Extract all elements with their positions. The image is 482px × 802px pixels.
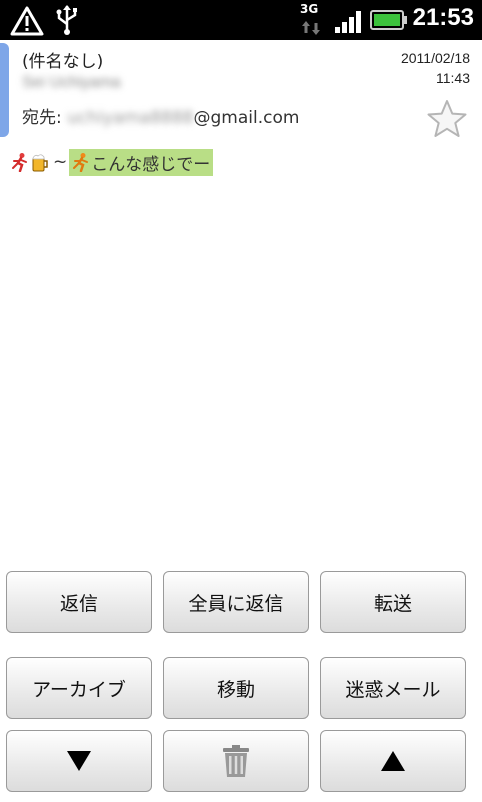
spam-label: 迷惑メール bbox=[345, 678, 441, 701]
previous-message-button[interactable] bbox=[320, 730, 466, 792]
highlighted-message: こんな感じでー bbox=[69, 148, 214, 176]
forward-label: 転送 bbox=[373, 592, 412, 615]
running-person-icon bbox=[12, 153, 27, 172]
reply-label: 返信 bbox=[59, 592, 98, 615]
sender-name[interactable]: Sei Uchiyama bbox=[22, 74, 121, 92]
recipient-domain: @gmail.com bbox=[193, 108, 300, 128]
network-type-label: 3G bbox=[300, 2, 319, 16]
running-person-icon bbox=[73, 153, 89, 172]
forward-button[interactable]: 転送 bbox=[320, 571, 466, 633]
reply-all-label: 全員に返信 bbox=[188, 592, 284, 615]
unread-accent-bar bbox=[0, 43, 9, 137]
trash-icon bbox=[223, 745, 249, 777]
data-arrows-icon bbox=[302, 21, 320, 35]
archive-button[interactable]: アーカイブ bbox=[6, 657, 152, 719]
delete-button[interactable] bbox=[163, 730, 309, 792]
usb-icon bbox=[56, 5, 77, 35]
recipient-row: 宛先: uchiyama8888@gmail.com bbox=[22, 103, 299, 128]
beer-mug-icon bbox=[32, 154, 48, 172]
move-label: 移動 bbox=[216, 678, 255, 701]
message-prefix: ~ bbox=[53, 152, 68, 172]
status-bar: 3G 21:53 bbox=[0, 0, 482, 40]
signal-bars-icon bbox=[335, 11, 361, 33]
move-button[interactable]: 移動 bbox=[163, 657, 309, 719]
email-subject: (件名なし) bbox=[22, 52, 104, 72]
up-arrow-icon bbox=[381, 751, 405, 771]
archive-label: アーカイブ bbox=[32, 678, 126, 701]
battery-icon bbox=[370, 10, 407, 30]
star-outline-icon[interactable] bbox=[426, 98, 468, 140]
recipient-local-part: uchiyama8888 bbox=[67, 108, 194, 128]
to-label: 宛先: bbox=[22, 108, 62, 128]
message-body: ~ こんな感じでー bbox=[10, 148, 214, 176]
reply-button[interactable]: 返信 bbox=[6, 571, 152, 633]
clock: 21:53 bbox=[412, 4, 474, 31]
reply-all-button[interactable]: 全員に返信 bbox=[163, 571, 309, 633]
down-arrow-icon bbox=[67, 751, 91, 771]
email-timestamp: 2011/02/18 11:43 bbox=[401, 48, 470, 88]
email-date: 2011/02/18 bbox=[400, 50, 470, 66]
next-message-button[interactable] bbox=[6, 730, 152, 792]
spam-button[interactable]: 迷惑メール bbox=[320, 657, 466, 719]
email-time: 11:43 bbox=[436, 70, 470, 86]
message-text: こんな感じでー bbox=[91, 154, 211, 175]
warning-icon bbox=[10, 6, 44, 36]
